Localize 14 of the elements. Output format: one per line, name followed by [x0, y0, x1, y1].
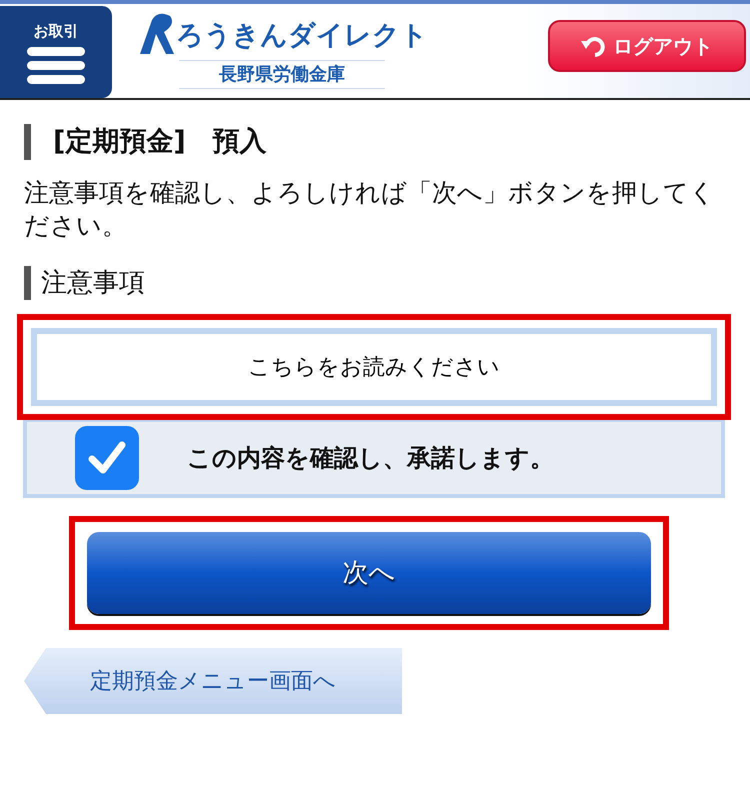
notice-button[interactable]: こちらをお読みください — [31, 328, 717, 406]
instruction-text: 注意事項を確認し、よろしければ「次へ」ボタンを押してください。 — [24, 177, 716, 242]
brand-name: ろうきんダイレクト — [176, 18, 428, 52]
undo-icon — [581, 35, 605, 57]
logout-button[interactable]: ログアウト — [548, 20, 746, 72]
section-title: 注意事項 — [24, 266, 726, 300]
menu-button[interactable]: お取引 — [0, 6, 112, 98]
next-button[interactable]: 次へ — [87, 532, 651, 614]
page-title: [定期預金] 預入 — [24, 124, 726, 160]
back-button[interactable]: 定期預金メニュー画面へ — [24, 648, 402, 714]
bank-name: 長野県労働金庫 — [179, 60, 385, 89]
checkmark-icon — [87, 440, 127, 476]
agreement-label: この内容を確認し、承諾します。 — [187, 443, 554, 474]
checkbox[interactable] — [75, 426, 139, 490]
